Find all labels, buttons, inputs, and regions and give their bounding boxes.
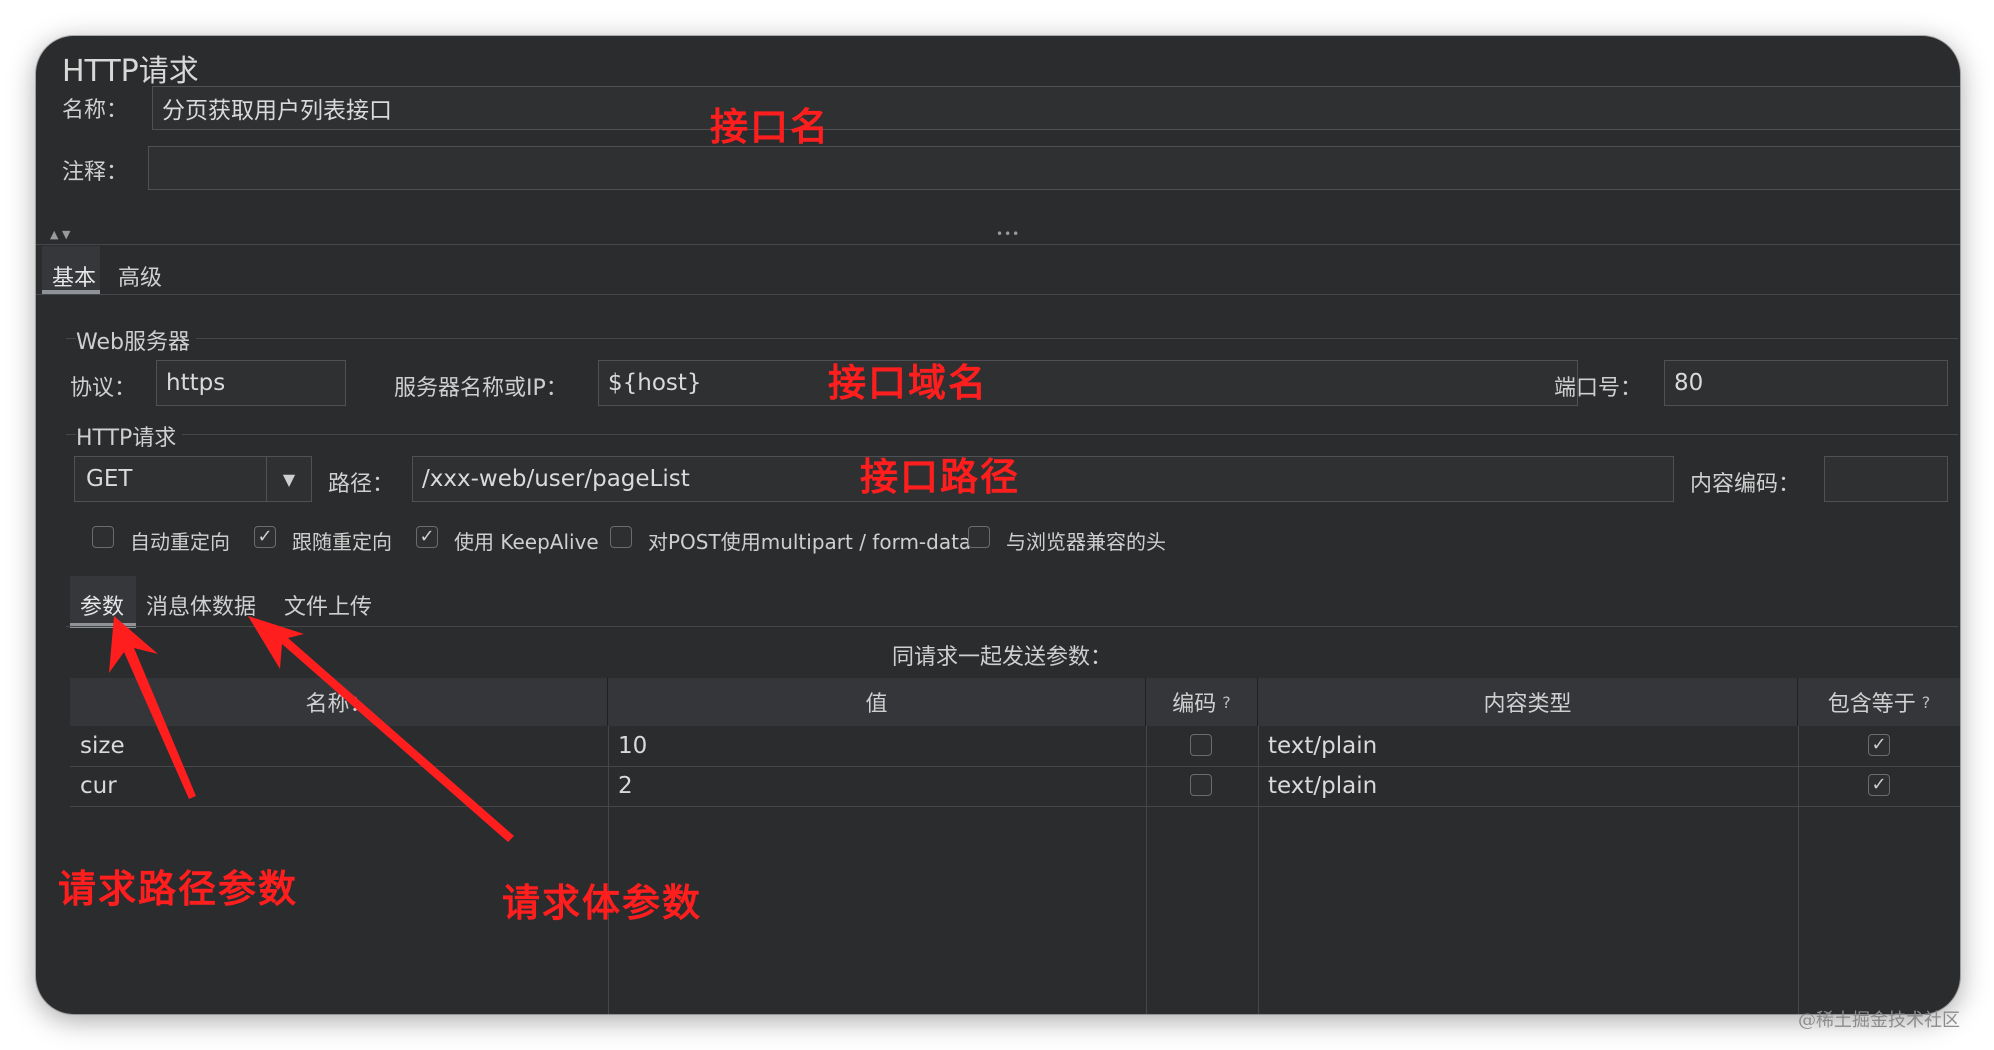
annotation-path-params: 请求路径参数 <box>58 867 299 911</box>
annotation-body-params: 请求体参数 <box>502 881 703 925</box>
annotation-interface-path: 接口路径 <box>860 455 1021 499</box>
annotation-interface-name: 接口名 <box>710 105 831 149</box>
annotation-interface-domain: 接口域名 <box>828 361 989 405</box>
arrow-to-body-tab <box>248 616 514 842</box>
annotation-arrows <box>109 616 514 842</box>
http-request-panel: HTTP请求 名称： 分页获取用户列表接口 注释： ▲ ▼ ••• 基本 高级 … <box>36 36 1960 1014</box>
arrow-to-params-tab <box>109 616 196 799</box>
watermark: @稀土掘金技术社区 <box>1798 1010 1960 1031</box>
